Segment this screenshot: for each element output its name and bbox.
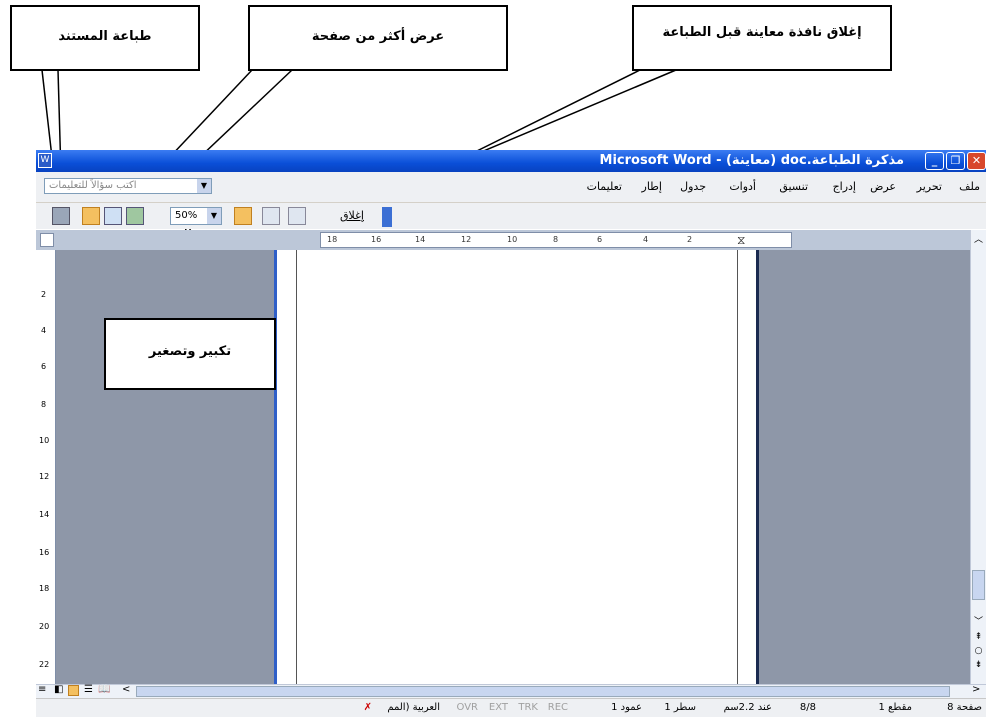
status-rec[interactable]: REC bbox=[548, 702, 568, 713]
print-preview-toolbar: 50% ▼ إغلاق bbox=[36, 203, 986, 229]
next-page-icon[interactable]: ⇟ bbox=[972, 660, 985, 672]
web-layout-icon[interactable]: ◧ bbox=[54, 684, 63, 695]
ruler-tick: 10 bbox=[507, 235, 518, 244]
vruler-tick: 18 bbox=[39, 584, 50, 593]
page-margin-left bbox=[277, 250, 296, 684]
vruler-tick: 4 bbox=[41, 326, 47, 335]
callout-close-text: إغلاق نافذة معاينة قبل الطباعة bbox=[662, 25, 862, 40]
menu-file[interactable]: ملف bbox=[959, 180, 980, 193]
select-browse-object-icon[interactable]: ○ bbox=[972, 646, 985, 658]
ruler-tick: 4 bbox=[643, 235, 649, 244]
callout-print-document: طباعة المستند bbox=[10, 5, 200, 71]
menu-table[interactable]: جدول bbox=[680, 180, 706, 193]
callout-zoom-text: تكبير وتصغير bbox=[148, 344, 232, 359]
status-page: صفحة 8 bbox=[947, 702, 982, 713]
print-icon[interactable] bbox=[52, 207, 70, 225]
callout-print-text: طباعة المستند bbox=[58, 29, 152, 44]
window-title: مذكرة الطباعة.doc (معاينة) - Microsoft W… bbox=[599, 153, 904, 168]
ruler-row: 18 16 14 12 10 8 6 4 2 ⧖ bbox=[36, 230, 986, 250]
vruler-tick: 10 bbox=[39, 436, 50, 445]
normal-view-icon[interactable]: ≡ bbox=[38, 684, 46, 695]
status-trk[interactable]: TRK bbox=[518, 702, 538, 713]
help-search-dropdown-icon[interactable]: ▼ bbox=[197, 179, 211, 193]
help-search-placeholder: اكتب سؤالاً للتعليمات bbox=[49, 180, 137, 191]
scroll-thumb[interactable] bbox=[972, 570, 985, 600]
menu-frame[interactable]: إطار bbox=[642, 180, 662, 193]
magnifier-icon[interactable] bbox=[82, 207, 100, 225]
ruler-tick: 6 bbox=[597, 235, 603, 244]
toolbar-options-icon[interactable] bbox=[382, 207, 392, 227]
scroll-right-icon[interactable]: > bbox=[972, 684, 980, 695]
status-bar: صفحة 8 مقطع 1 8/8 عند 2.2سم سطر 1 عمود 1… bbox=[36, 698, 986, 717]
ruler-tick: 16 bbox=[371, 235, 382, 244]
help-search-box[interactable]: ▼ اكتب سؤالاً للتعليمات bbox=[44, 178, 212, 194]
scroll-down-icon[interactable]: ﹀ bbox=[972, 614, 985, 627]
ruler-tick: 14 bbox=[415, 235, 426, 244]
close-preview-button[interactable]: إغلاق bbox=[340, 209, 364, 222]
callout-multi-page-text: عرض أكثر من صفحة bbox=[311, 29, 445, 44]
vruler-tick: 8 bbox=[41, 400, 47, 409]
vertical-ruler[interactable]: 2 4 6 8 10 12 14 16 18 20 22 bbox=[36, 250, 56, 684]
print-layout-icon[interactable] bbox=[68, 685, 79, 696]
restore-window-button[interactable]: ❐ bbox=[946, 152, 965, 170]
menu-format[interactable]: تنسيق bbox=[779, 180, 808, 193]
reading-layout-icon[interactable]: 📖 bbox=[98, 684, 110, 695]
minimize-window-button[interactable]: _ bbox=[925, 152, 944, 170]
full-screen-icon[interactable] bbox=[288, 207, 306, 225]
ruler-tick: 18 bbox=[327, 235, 338, 244]
status-column: عمود 1 bbox=[611, 702, 642, 713]
workspace-left bbox=[56, 250, 274, 684]
vertical-scrollbar[interactable]: ︿ ﹀ ⇞ ○ ⇟ bbox=[970, 230, 986, 684]
zoom-dropdown-icon[interactable]: ▼ bbox=[207, 208, 221, 224]
vruler-tick: 12 bbox=[39, 472, 50, 481]
shrink-to-fit-icon[interactable] bbox=[262, 207, 280, 225]
status-line: سطر 1 bbox=[664, 702, 696, 713]
status-page-of: 8/8 bbox=[799, 702, 816, 713]
menu-insert[interactable]: إدراج bbox=[833, 180, 856, 193]
menu-help[interactable]: تعليمات bbox=[587, 180, 622, 193]
vruler-tick: 22 bbox=[39, 660, 50, 669]
status-ext[interactable]: EXT bbox=[489, 702, 508, 713]
view-ruler-icon[interactable] bbox=[234, 207, 252, 225]
document-page[interactable] bbox=[296, 250, 738, 684]
one-page-icon[interactable] bbox=[104, 207, 122, 225]
ruler-tick: 8 bbox=[553, 235, 559, 244]
status-ovr[interactable]: OVR bbox=[457, 702, 478, 713]
horizontal-scrollbar[interactable]: ≡ ◧ ☰ 📖 < > bbox=[36, 684, 986, 698]
multiple-pages-icon[interactable] bbox=[126, 207, 144, 225]
previous-page-icon[interactable]: ⇞ bbox=[972, 632, 985, 644]
indent-marker-icon[interactable]: ⧖ bbox=[737, 233, 745, 248]
scroll-up-icon[interactable]: ︿ bbox=[972, 232, 985, 246]
vruler-tick: 20 bbox=[39, 622, 50, 631]
zoom-value: 50% bbox=[175, 210, 198, 221]
vruler-tick: 16 bbox=[39, 548, 50, 557]
word-app-icon: W bbox=[38, 153, 52, 168]
ruler-tick: 2 bbox=[687, 235, 693, 244]
callout-close-preview: إغلاق نافذة معاينة قبل الطباعة bbox=[632, 5, 892, 71]
horizontal-ruler[interactable]: 18 16 14 12 10 8 6 4 2 ⧖ bbox=[320, 232, 792, 248]
status-section: مقطع 1 bbox=[878, 702, 913, 713]
vruler-tick: 6 bbox=[41, 362, 47, 371]
hscroll-thumb[interactable] bbox=[136, 686, 950, 697]
menu-view[interactable]: عرض bbox=[870, 180, 896, 193]
ruler-tick: 12 bbox=[461, 235, 472, 244]
menu-tools[interactable]: أدوات bbox=[729, 180, 756, 193]
zoom-select[interactable]: 50% ▼ bbox=[170, 207, 222, 225]
tab-selector-icon[interactable] bbox=[40, 233, 54, 247]
spelling-status-icon[interactable]: ✗ bbox=[364, 702, 372, 713]
page-margin-right bbox=[738, 250, 756, 684]
callout-multiple-pages: عرض أكثر من صفحة bbox=[248, 5, 508, 71]
close-window-button[interactable]: ✕ bbox=[967, 152, 986, 170]
menu-bar: ▼ اكتب سؤالاً للتعليمات ملف تحرير عرض إد… bbox=[36, 172, 986, 203]
menu-edit[interactable]: تحرير bbox=[917, 180, 942, 193]
status-at: عند 2.2سم bbox=[723, 702, 772, 713]
callout-zoom: تكبير وتصغير bbox=[104, 318, 276, 390]
window-titlebar: W مذكرة الطباعة.doc (معاينة) - Microsoft… bbox=[36, 150, 986, 172]
vruler-tick: 14 bbox=[39, 510, 50, 519]
workspace-right bbox=[759, 250, 970, 684]
scroll-left-icon[interactable]: < bbox=[122, 684, 130, 695]
vruler-tick: 2 bbox=[41, 290, 47, 299]
status-language: العربية (المم bbox=[387, 702, 440, 713]
outline-view-icon[interactable]: ☰ bbox=[84, 684, 93, 695]
